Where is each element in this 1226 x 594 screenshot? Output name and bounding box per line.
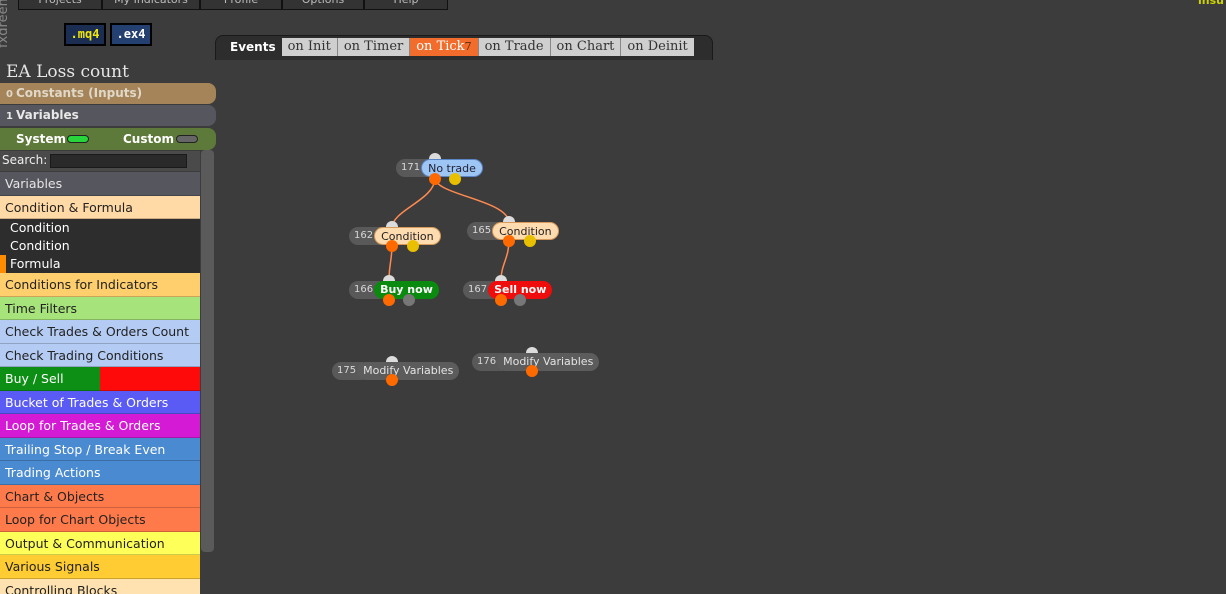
category-bucket[interactable]: Bucket of Trades & Orders (0, 390, 200, 414)
system-toggle[interactable] (67, 135, 89, 143)
constants-count: 0 (6, 89, 13, 100)
category-check-trading-conditions[interactable]: Check Trading Conditions (0, 343, 200, 367)
tab-on-timer[interactable]: on Timer (337, 38, 411, 56)
category-list: Variables Condition & Formula Condition … (0, 172, 200, 594)
tab-on-tick-count: 7 (464, 40, 472, 53)
wires-layer (388, 177, 510, 281)
output-connector[interactable] (429, 173, 441, 185)
output-connector[interactable] (386, 374, 398, 386)
output-connector-alt[interactable] (449, 173, 461, 185)
output-connector-alt[interactable] (407, 240, 419, 252)
output-connector-alt[interactable] (403, 294, 415, 306)
category-chart-objects[interactable]: Chart & Objects (0, 484, 200, 508)
block-167[interactable]: 167 Sell now (463, 281, 553, 299)
subitem-condition-1[interactable]: Condition (0, 219, 200, 237)
system-label: System (16, 132, 66, 146)
output-connector[interactable] (526, 365, 538, 377)
block-canvas[interactable]: 171 No trade 162 Condition 165 Condition… (216, 60, 1226, 594)
subitem-condition-2[interactable]: Condition (0, 237, 200, 255)
subitem-formula[interactable]: Formula (0, 255, 200, 273)
category-conditions-indicators[interactable]: Conditions for Indicators (0, 273, 200, 297)
wire-171-162 (391, 177, 436, 229)
search-row: Search: (0, 151, 200, 171)
search-input[interactable] (50, 154, 187, 168)
custom-label: Custom (123, 132, 174, 146)
variables-bar[interactable]: 1 Variables (0, 105, 216, 126)
block-name: Modify Variables (497, 353, 600, 371)
category-condition-formula[interactable]: Condition & Formula (0, 195, 200, 219)
output-connector-alt[interactable] (514, 294, 526, 306)
sidebar-scrollbar[interactable] (201, 150, 214, 552)
variables-label: Variables (15, 108, 79, 122)
menu-profile[interactable]: Profile (200, 0, 282, 10)
menu-my-indicators[interactable]: My Indicators (102, 0, 200, 10)
events-label: Events (230, 40, 276, 54)
category-trading-actions[interactable]: Trading Actions (0, 461, 200, 485)
corner-logo: insu (1198, 0, 1224, 7)
selected-marker (0, 255, 6, 273)
constants-bar[interactable]: 0 Constants (Inputs) (0, 83, 216, 104)
category-output[interactable]: Output & Communication (0, 531, 200, 555)
output-connector[interactable] (503, 235, 515, 247)
category-subitems: Condition Condition Formula (0, 219, 200, 273)
menu-help[interactable]: Help (364, 0, 448, 10)
project-title: EA Loss count (6, 62, 129, 82)
tab-on-deinit[interactable]: on Deinit (621, 38, 694, 56)
tab-on-trade[interactable]: on Trade (478, 38, 551, 56)
category-variables[interactable]: Variables (0, 172, 200, 196)
category-check-trades-count[interactable]: Check Trades & Orders Count (0, 320, 200, 344)
menu-options[interactable]: Options (282, 0, 364, 10)
category-loop-chart-objects[interactable]: Loop for Chart Objects (0, 508, 200, 532)
output-connector[interactable] (386, 240, 398, 252)
category-trailing-stop[interactable]: Trailing Stop / Break Even (0, 437, 200, 461)
brand-text: fxdreema (0, 0, 11, 48)
constants-label: Constants (Inputs) (15, 86, 143, 100)
tab-on-chart[interactable]: on Chart (550, 38, 622, 56)
category-buy-sell[interactable]: Buy / Sell (0, 367, 200, 391)
output-connector[interactable] (495, 294, 507, 306)
category-time-filters[interactable]: Time Filters (0, 296, 200, 320)
wire-171-165 (434, 177, 510, 224)
ex4-button[interactable]: .ex4 (110, 23, 152, 46)
tab-on-init[interactable]: on Init (281, 38, 338, 56)
variables-count: 1 (6, 111, 13, 122)
output-connector-alt[interactable] (524, 235, 536, 247)
tab-on-tick[interactable]: on Tick7 (410, 38, 479, 56)
event-tabs: Events on Init on Timer on Tick7 on Trad… (215, 35, 713, 60)
output-connector[interactable] (383, 294, 395, 306)
menu-projects[interactable]: Projects (18, 0, 102, 10)
mq4-button[interactable]: .mq4 (64, 23, 106, 46)
category-loop-trades[interactable]: Loop for Trades & Orders (0, 414, 200, 438)
category-controlling-blocks[interactable]: Controlling Blocks (0, 578, 200, 594)
system-custom-row: System Custom (0, 128, 216, 150)
block-name: Modify Variables (357, 362, 460, 380)
search-label: Search: (2, 153, 48, 167)
brand-logo: fxdreema (0, 0, 22, 60)
sidebar: EA Loss count 0 Constants (Inputs) 1 Varia… (0, 60, 216, 594)
top-menu: Projects My Indicators Profile Options H… (18, 0, 448, 10)
custom-toggle[interactable] (176, 135, 198, 143)
tab-on-tick-label: on Tick (416, 39, 465, 54)
category-various-signals[interactable]: Various Signals (0, 555, 200, 579)
